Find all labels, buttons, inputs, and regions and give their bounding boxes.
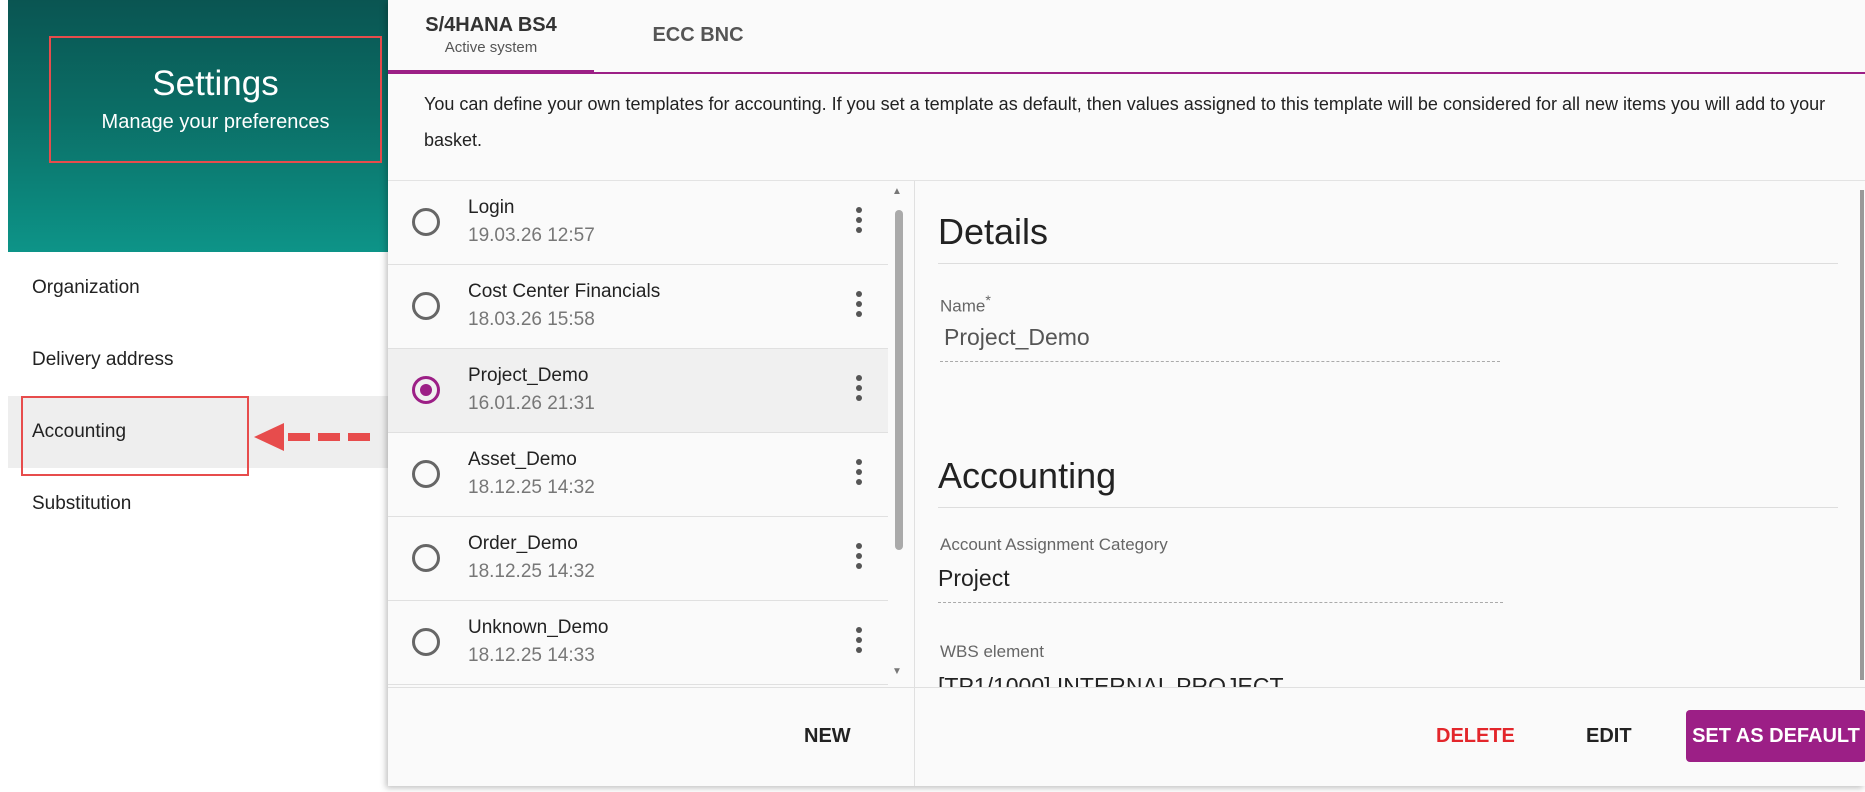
- nav-item-substitution[interactable]: Substitution: [8, 468, 388, 540]
- template-name: Login: [468, 197, 515, 218]
- list-item[interactable]: Order_Demo 18.12.25 14:32: [388, 517, 888, 601]
- radio-icon[interactable]: [412, 544, 440, 572]
- details-pane: Details Name* Project_Demo Accounting Ac…: [938, 181, 1838, 687]
- template-name: Cost Center Financials: [468, 281, 661, 302]
- radio-icon[interactable]: [412, 628, 440, 656]
- radio-icon[interactable]: [412, 376, 440, 404]
- category-field-underline: [938, 602, 1503, 603]
- template-name: Project_Demo: [468, 365, 589, 386]
- edit-button[interactable]: EDIT: [1580, 724, 1638, 749]
- details-heading: Details: [938, 211, 1049, 252]
- list-item[interactable]: Login 19.03.26 12:57: [388, 181, 888, 265]
- template-date: 18.12.25 14:32: [468, 561, 595, 582]
- system-tabs: S/4HANA BS4 Active system ECC BNC: [388, 0, 1865, 74]
- list-item[interactable]: Project_Demo 16.01.26 21:31: [388, 349, 888, 433]
- kebab-menu-icon[interactable]: [854, 627, 864, 657]
- panel-footer: NEW DELETE EDIT SET AS DEFAULT: [388, 687, 1865, 787]
- settings-subtitle: Manage your preferences: [101, 111, 330, 134]
- kebab-menu-icon[interactable]: [854, 207, 864, 237]
- scroll-up-icon[interactable]: ▲: [892, 186, 902, 197]
- tab-s4hana-bs4[interactable]: S/4HANA BS4 Active system: [388, 0, 594, 73]
- nav-item-delivery-address[interactable]: Delivery address: [8, 324, 388, 396]
- name-field-underline: [940, 361, 1500, 362]
- list-item[interactable]: Asset_Demo 18.12.25 14:32: [388, 433, 888, 517]
- kebab-menu-icon[interactable]: [854, 375, 864, 405]
- tab-label: ECC BNC: [652, 23, 744, 46]
- nav-item-label: Organization: [32, 277, 140, 298]
- template-name: Asset_Demo: [468, 449, 577, 470]
- settings-title: Settings: [152, 63, 279, 103]
- template-date: 19.03.26 12:57: [468, 225, 595, 246]
- template-date: 16.01.26 21:31: [468, 393, 595, 414]
- tab-ecc-bnc[interactable]: ECC BNC: [628, 0, 768, 70]
- intro-text: You can define your own templates for ac…: [424, 94, 1826, 150]
- name-field[interactable]: Project_Demo: [944, 324, 1090, 351]
- radio-icon[interactable]: [412, 460, 440, 488]
- wbs-field[interactable]: [TP1/1000] INTERNAL PROJECT: [938, 673, 1284, 687]
- scroll-down-icon[interactable]: ▼: [892, 666, 902, 677]
- radio-icon[interactable]: [412, 208, 440, 236]
- template-name: Unknown_Demo: [468, 617, 609, 638]
- settings-header: Settings Manage your preferences: [8, 0, 388, 252]
- accounting-panel: S/4HANA BS4 Active system ECC BNC You ca…: [388, 0, 1865, 786]
- new-button[interactable]: NEW: [798, 724, 857, 749]
- delete-button[interactable]: DELETE: [1430, 724, 1521, 749]
- divider: [938, 263, 1838, 264]
- settings-nav: Organization Delivery address Accounting…: [8, 252, 388, 540]
- nav-item-label: Accounting: [32, 421, 127, 442]
- kebab-menu-icon[interactable]: [854, 543, 864, 573]
- arrow-left-icon: [254, 423, 370, 451]
- template-name: Order_Demo: [468, 533, 578, 554]
- template-date: 18.03.26 15:58: [468, 309, 595, 330]
- set-as-default-button[interactable]: SET AS DEFAULT: [1686, 710, 1865, 762]
- list-item[interactable]: Unknown_Demo 18.12.25 14:33: [388, 601, 888, 685]
- radio-icon[interactable]: [412, 292, 440, 320]
- settings-title-box: Settings Manage your preferences: [49, 36, 382, 163]
- nav-item-organization[interactable]: Organization: [8, 252, 388, 324]
- kebab-menu-icon[interactable]: [854, 291, 864, 321]
- divider: [938, 507, 1838, 508]
- kebab-menu-icon[interactable]: [854, 459, 864, 489]
- wbs-label: WBS element: [940, 642, 1044, 661]
- category-field[interactable]: Project: [938, 565, 1010, 592]
- list-scrollbar[interactable]: [895, 210, 903, 550]
- tab-label: S/4HANA BS4: [425, 14, 557, 36]
- list-item[interactable]: Cost Center Financials 18.03.26 15:58: [388, 265, 888, 349]
- tab-sublabel: Active system: [444, 39, 538, 56]
- name-label: Name*: [940, 293, 991, 316]
- category-label: Account Assignment Category: [940, 535, 1168, 554]
- template-date: 18.12.25 14:32: [468, 477, 595, 498]
- nav-item-label: Substitution: [32, 493, 132, 514]
- template-list: Login 19.03.26 12:57 Cost Center Financi…: [388, 181, 888, 687]
- accounting-heading: Accounting: [938, 455, 1117, 496]
- details-scrollbar[interactable]: [1860, 190, 1864, 680]
- template-date: 18.12.25 14:33: [468, 645, 595, 666]
- nav-item-label: Delivery address: [32, 349, 174, 370]
